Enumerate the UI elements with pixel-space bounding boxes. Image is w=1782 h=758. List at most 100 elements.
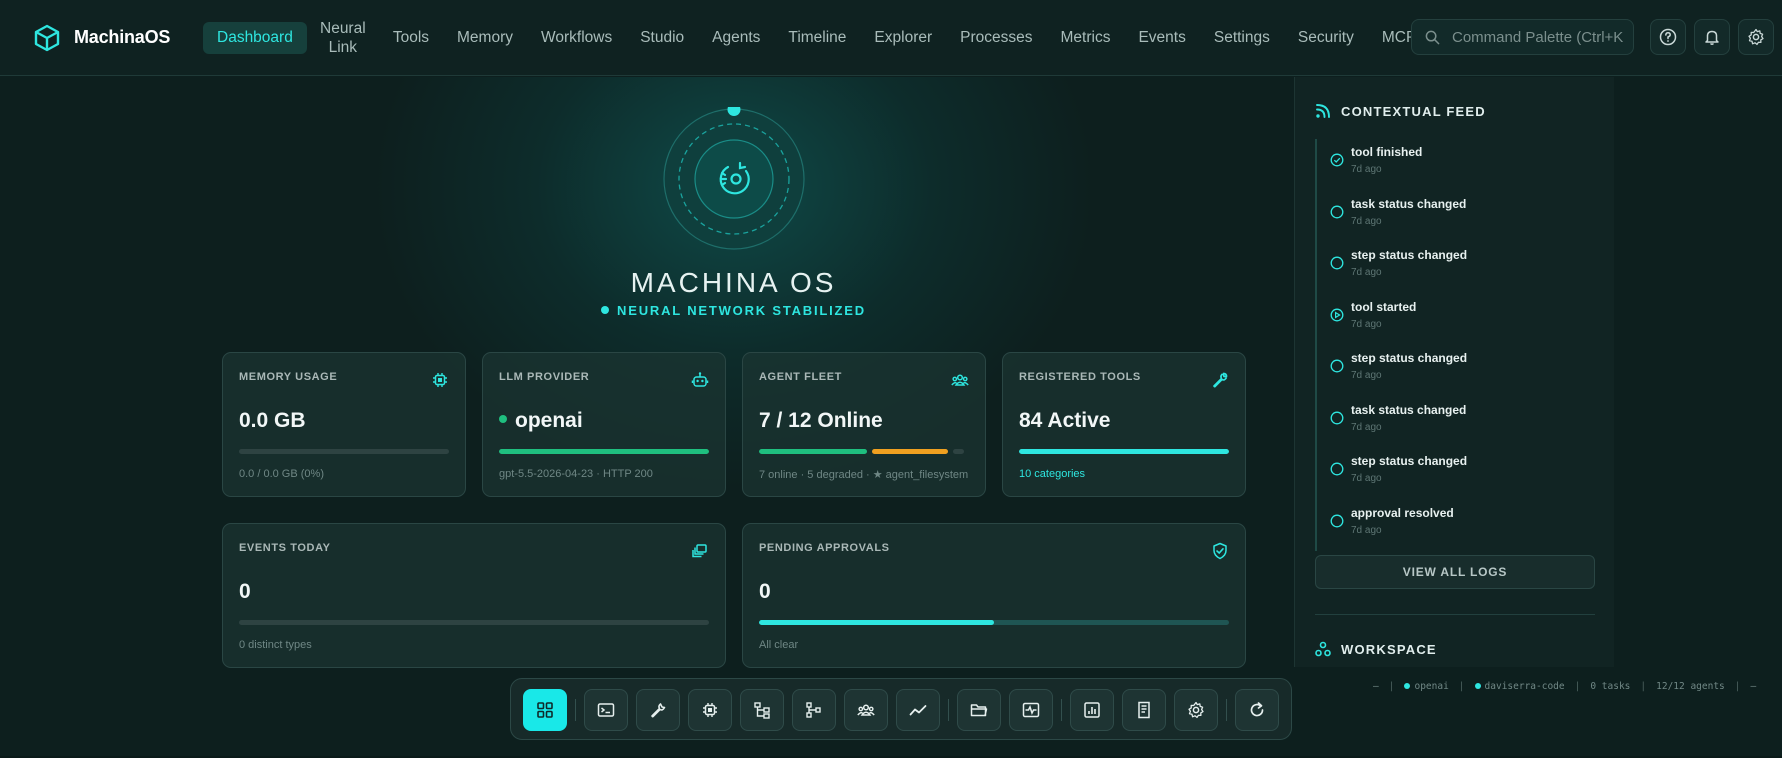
nav-processes[interactable]: Processes bbox=[946, 22, 1046, 54]
dock-tools-button[interactable] bbox=[636, 689, 680, 731]
nav-security[interactable]: Security bbox=[1284, 22, 1368, 54]
doc-icon bbox=[1138, 701, 1150, 719]
dock-workflows-button[interactable] bbox=[740, 689, 784, 731]
gear-icon bbox=[1188, 701, 1204, 719]
feed-item[interactable]: step status changed 7d ago bbox=[1315, 242, 1595, 294]
feed-item[interactable]: tool started 7d ago bbox=[1315, 293, 1595, 345]
nav-tools[interactable]: Tools bbox=[379, 22, 443, 54]
contextual-feed-title: CONTEXTUAL FEED bbox=[1341, 103, 1486, 119]
command-palette-input[interactable]: Command Palette (Ctrl+K bbox=[1411, 19, 1634, 55]
dock-reports-button[interactable] bbox=[1070, 689, 1114, 731]
events-today-card[interactable]: EVENTS TODAY 0 0 distinct types bbox=[222, 523, 726, 668]
nav-memory[interactable]: Memory bbox=[443, 22, 527, 54]
dock-refresh-button[interactable] bbox=[1235, 689, 1279, 731]
notifications-button[interactable] bbox=[1694, 19, 1730, 55]
memory-usage-label: MEMORY USAGE bbox=[239, 371, 338, 383]
contextual-sidebar: CONTEXTUAL FEED tool finished 7d ago tas… bbox=[1294, 77, 1614, 667]
nav-dashboard[interactable]: Dashboard bbox=[203, 21, 307, 54]
agent-fleet-card[interactable]: AGENT FLEET 7 / 12 Online 7 online · 5 d… bbox=[742, 352, 986, 497]
dock-settings-button[interactable] bbox=[1174, 689, 1218, 731]
chart-icon bbox=[1084, 702, 1100, 718]
status-provider: openai bbox=[1414, 680, 1449, 692]
feed-event: step status changed bbox=[1351, 454, 1468, 468]
registered-tools-detail[interactable]: 10 categories bbox=[1019, 468, 1085, 480]
feed-time: 7d ago bbox=[1351, 318, 1382, 330]
provider-dot-icon bbox=[1404, 683, 1411, 689]
dock-terminal-button[interactable] bbox=[584, 689, 628, 731]
search-icon bbox=[1425, 30, 1440, 44]
hero-title: MACHINA OS bbox=[630, 267, 837, 298]
nav-studio[interactable]: Studio bbox=[626, 22, 698, 54]
dock-processes-button[interactable] bbox=[1009, 689, 1053, 731]
registered-tools-bar bbox=[1019, 449, 1229, 454]
feed-time: 7d ago bbox=[1351, 473, 1382, 484]
bell-icon bbox=[1705, 30, 1719, 45]
dock-separator bbox=[1061, 699, 1062, 721]
llm-provider-value: openai bbox=[499, 409, 583, 433]
dock-explorer-button[interactable] bbox=[957, 689, 1001, 731]
status-agents: 12/12 agents bbox=[1656, 680, 1725, 692]
circle-icon bbox=[1330, 359, 1344, 373]
robot-icon bbox=[691, 372, 709, 387]
nav-neural-link[interactable]: Neural Link bbox=[307, 19, 379, 56]
dock-studio-button[interactable] bbox=[792, 689, 836, 731]
brand[interactable]: MachinaOS bbox=[33, 24, 203, 52]
nav-events[interactable]: Events bbox=[1124, 22, 1199, 54]
pending-approvals-bar bbox=[759, 620, 1229, 625]
terminal-icon bbox=[597, 703, 615, 717]
feed-item[interactable]: approval resolved 7d ago bbox=[1315, 499, 1595, 551]
shield-check-icon bbox=[1213, 542, 1227, 560]
nav-workflows[interactable]: Workflows bbox=[527, 22, 626, 54]
dock-agents-button[interactable] bbox=[844, 689, 888, 731]
feed-time: 7d ago bbox=[1351, 164, 1382, 175]
pending-approvals-label: PENDING APPROVALS bbox=[759, 542, 890, 554]
registered-tools-card[interactable]: REGISTERED TOOLS 84 Active 10 categories bbox=[1002, 352, 1246, 497]
circle-icon bbox=[1330, 256, 1344, 270]
view-all-logs-button[interactable]: VIEW ALL LOGS bbox=[1315, 555, 1595, 589]
dock-metrics-button[interactable] bbox=[896, 689, 940, 731]
feed-item[interactable]: task status changed 7d ago bbox=[1315, 190, 1595, 242]
feed-item[interactable]: step status changed 7d ago bbox=[1315, 448, 1595, 500]
dock-dashboard-button[interactable] bbox=[523, 689, 567, 731]
feed-item[interactable]: step status changed 7d ago bbox=[1315, 345, 1595, 397]
nav-settings[interactable]: Settings bbox=[1200, 22, 1284, 54]
folder-icon bbox=[970, 704, 988, 717]
wrench-icon bbox=[1213, 372, 1228, 388]
dock-documents-button[interactable] bbox=[1122, 689, 1166, 731]
tree-icon bbox=[806, 702, 821, 718]
feed-time: 7d ago bbox=[1351, 267, 1382, 278]
dock-memory-button[interactable] bbox=[688, 689, 732, 731]
app-name: MachinaOS bbox=[74, 27, 171, 47]
pending-approvals-card[interactable]: PENDING APPROVALS 0 All clear bbox=[742, 523, 1246, 668]
llm-provider-card[interactable]: LLM PROVIDER openai gpt-5.5-2026-04-23 ·… bbox=[482, 352, 726, 497]
flow-icon bbox=[754, 702, 770, 719]
nav-agents[interactable]: Agents bbox=[698, 22, 774, 54]
feed-list: tool finished 7d ago task status changed… bbox=[1315, 139, 1595, 551]
feed-time: 7d ago bbox=[1351, 370, 1382, 381]
stack-icon bbox=[692, 544, 707, 558]
circle-icon bbox=[1330, 514, 1344, 527]
pending-approvals-value: 0 bbox=[759, 580, 771, 603]
nav-metrics[interactable]: Metrics bbox=[1047, 22, 1125, 54]
feed-item[interactable]: task status changed 7d ago bbox=[1315, 396, 1595, 448]
circle-icon bbox=[1330, 462, 1344, 476]
status-lead: — bbox=[1373, 680, 1379, 692]
memory-usage-card[interactable]: MEMORY USAGE 0.0 GB 0.0 / 0.0 GB (0%) bbox=[222, 352, 466, 497]
online-dot-icon bbox=[499, 415, 507, 423]
main-nav: Dashboard Neural Link Tools Memory Workfl… bbox=[203, 0, 1430, 75]
settings-button[interactable] bbox=[1738, 19, 1774, 55]
llm-provider-label: LLM PROVIDER bbox=[499, 371, 590, 383]
llm-provider-fill bbox=[499, 449, 709, 454]
feed-item[interactable]: tool finished 7d ago bbox=[1315, 139, 1595, 191]
status-separator: | bbox=[1458, 680, 1465, 692]
workspace-dot-icon bbox=[1474, 683, 1481, 689]
nav-timeline[interactable]: Timeline bbox=[774, 22, 860, 54]
help-button[interactable] bbox=[1650, 19, 1686, 55]
llm-provider-name: openai bbox=[515, 409, 583, 432]
events-today-bar bbox=[239, 620, 709, 625]
pending-approvals-detail: All clear bbox=[759, 639, 799, 651]
pulse-icon bbox=[1022, 702, 1040, 718]
nav-explorer[interactable]: Explorer bbox=[860, 22, 946, 54]
agent-fleet-bar bbox=[759, 449, 969, 454]
nav-neural-link-line1: Neural bbox=[320, 19, 366, 37]
